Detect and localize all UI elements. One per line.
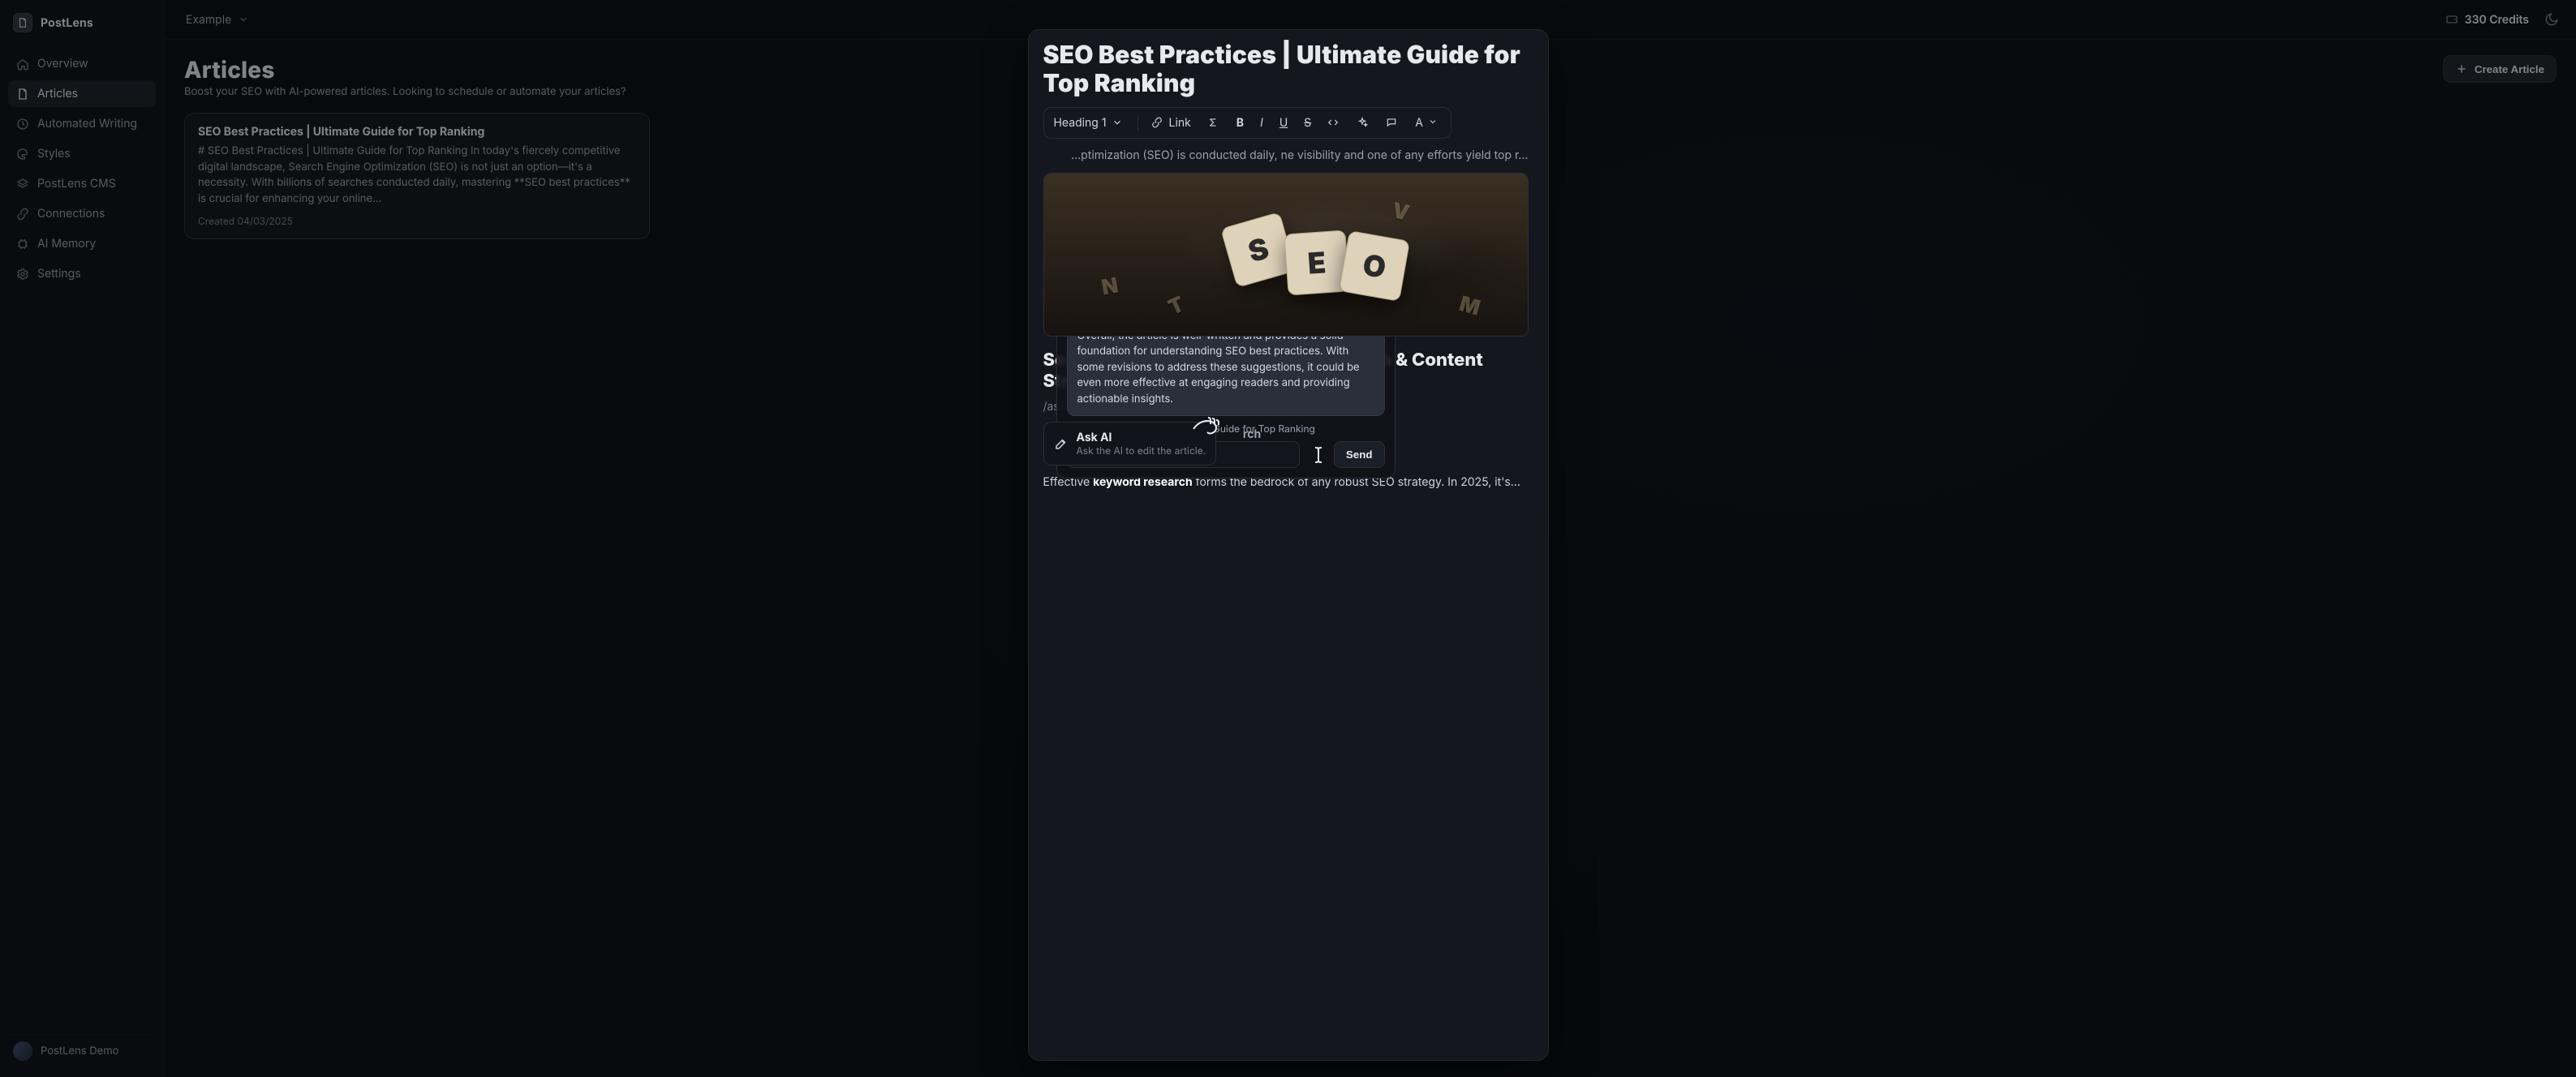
underline-tool[interactable]: U (1273, 111, 1294, 135)
sparkle-tool[interactable] (1350, 112, 1376, 135)
ask-ai-desc: Ask the AI to edit the article. (1077, 444, 1206, 457)
heading-select-label: Heading 1 (1054, 116, 1107, 130)
hero-image: N T V M S E O (1043, 173, 1529, 337)
chat-send-button[interactable]: Send (1334, 441, 1385, 468)
text-cursor-icon (1310, 444, 1327, 466)
underline-icon: U (1279, 116, 1288, 130)
editor-modal: SEO Best Practices | Ultimate Guide for … (1028, 29, 1549, 1061)
comment-tool[interactable] (1379, 112, 1405, 135)
ask-ai-menu-item[interactable]: Ask AI Ask the AI to edit the article. r… (1043, 422, 1217, 466)
chat-summary: Overall, the article is well-written and… (1077, 328, 1374, 408)
link-icon (1151, 117, 1164, 130)
ask-ai-title: Ask AI (1077, 431, 1206, 444)
chat-send-label: Send (1346, 448, 1373, 461)
code-icon (1327, 117, 1340, 130)
sigma-icon (1207, 117, 1220, 130)
edit-icon (1054, 436, 1069, 451)
color-tool[interactable]: A (1408, 111, 1447, 135)
code-tool[interactable] (1321, 112, 1347, 135)
link-tool-label: Link (1169, 116, 1191, 130)
heading-select[interactable]: Heading 1 (1047, 111, 1131, 135)
sigma-tool[interactable] (1201, 112, 1227, 135)
toolbar-separator (1137, 116, 1138, 131)
document-title: SEO Best Practices | Ultimate Guide for … (1043, 41, 1533, 97)
chevron-down-icon (1428, 117, 1441, 130)
cursor-pointer-icon (1189, 411, 1231, 444)
comment-icon (1386, 117, 1399, 130)
subheading-cut-label: rch (1243, 427, 1261, 441)
italic-tool[interactable]: I (1254, 111, 1270, 135)
link-tool[interactable]: Link (1145, 111, 1198, 135)
chevron-down-icon (1112, 117, 1125, 130)
editor-toolbar: Heading 1 Link B I U S A (1043, 107, 1451, 139)
document-body[interactable]: …ptimization (SEO) is conducted daily, n… (1043, 147, 1533, 1060)
intro-right-fragment: …ptimization (SEO) is conducted daily, n… (1043, 147, 1529, 165)
sparkle-icon (1357, 117, 1370, 130)
strike-tool[interactable]: S (1297, 111, 1318, 135)
bold-tool[interactable]: B (1230, 111, 1250, 135)
strike-icon: S (1304, 116, 1311, 130)
bold-icon: B (1236, 116, 1244, 130)
color-icon: A (1415, 116, 1423, 130)
italic-icon: I (1260, 116, 1263, 130)
